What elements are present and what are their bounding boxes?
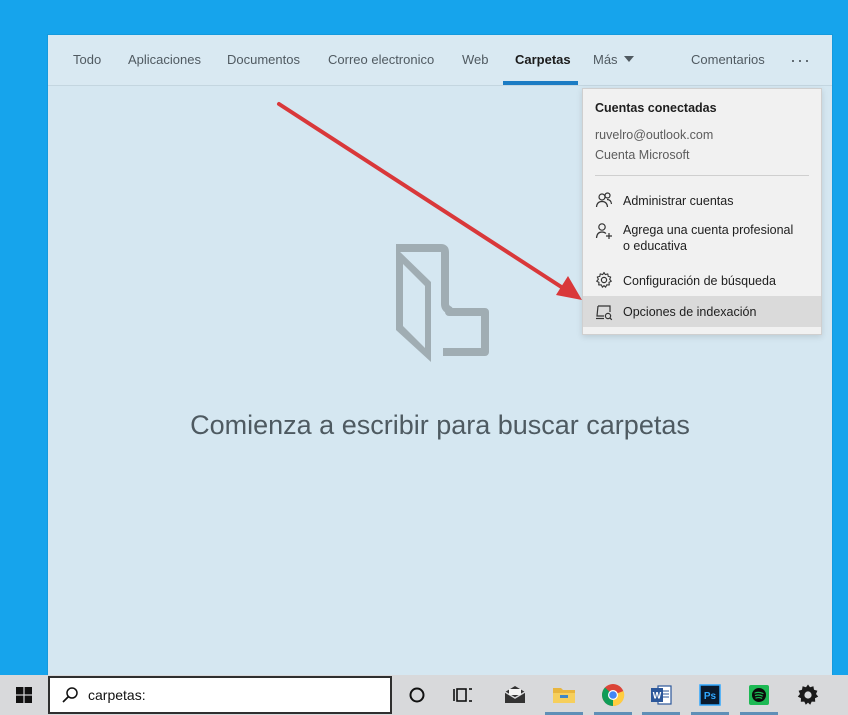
gear-icon [596, 271, 612, 288]
menu-item-label-line2: o educativa [623, 239, 687, 253]
menu-item-label: Opciones de indexación [623, 305, 757, 319]
chrome-button[interactable] [590, 675, 636, 715]
menu-title: Cuentas conectadas [595, 101, 717, 115]
folder-icon [396, 244, 489, 362]
menu-item-search-settings[interactable]: Configuración de búsqueda [583, 269, 821, 293]
taskbar-search-input[interactable]: carpetas: [88, 687, 146, 703]
tab-todo[interactable]: Todo [73, 35, 101, 86]
windows-logo-icon [16, 687, 32, 703]
svg-text:Ps: Ps [704, 691, 717, 702]
tab-carpetas[interactable]: Carpetas [515, 35, 571, 86]
tab-mas-label: Más [593, 52, 618, 67]
spotify-button[interactable] [736, 675, 782, 715]
more-options-button[interactable]: ··· [790, 35, 811, 86]
search-tabbar: Todo Aplicaciones Documentos Correo elec… [48, 35, 832, 86]
account-email: ruvelro@outlook.com [595, 128, 714, 142]
file-explorer-icon [553, 688, 575, 703]
mail-app-button[interactable] [492, 675, 538, 715]
file-explorer-button[interactable] [541, 675, 587, 715]
cortana-icon [409, 687, 425, 703]
active-tab-indicator [503, 81, 578, 85]
chrome-icon [602, 684, 625, 707]
menu-item-label: Administrar cuentas [623, 194, 734, 208]
tab-documentos[interactable]: Documentos [227, 35, 300, 86]
photoshop-button[interactable]: Ps [687, 675, 733, 715]
mail-icon [504, 686, 526, 703]
empty-state-message: Comienza a escribir para buscar carpetas [190, 410, 690, 440]
chevron-down-icon [623, 56, 634, 62]
menu-item-indexing-options[interactable]: Opciones de indexación [583, 296, 821, 327]
start-button[interactable] [0, 675, 48, 715]
menu-item-manage-accounts[interactable]: Administrar cuentas [583, 189, 821, 213]
cortana-button[interactable] [394, 675, 440, 715]
menu-item-label-line1: Agrega una cuenta profesional [623, 223, 794, 237]
add-person-icon [595, 223, 612, 239]
tab-correo[interactable]: Correo electronico [328, 35, 434, 86]
menu-item-label: Configuración de búsqueda [623, 274, 776, 288]
taskbar-search-box[interactable]: carpetas: [48, 676, 392, 714]
spotify-icon [749, 685, 769, 705]
tab-web[interactable]: Web [462, 35, 489, 86]
tab-mas[interactable]: Más [593, 35, 634, 86]
settings-button[interactable] [785, 675, 831, 715]
taskbar: carpetas: W Ps [0, 675, 848, 715]
settings-icon [797, 684, 819, 705]
task-view-button[interactable] [440, 675, 486, 715]
word-button[interactable]: W [638, 675, 684, 715]
accounts-dropdown-menu: Cuentas conectadas ruvelro@outlook.com C… [582, 88, 822, 335]
search-icon [62, 687, 78, 703]
svg-text:W: W [653, 691, 662, 701]
task-view-icon [453, 688, 472, 702]
feedback-link[interactable]: Comentarios [691, 35, 765, 86]
word-icon: W [651, 685, 672, 705]
tab-aplicaciones[interactable]: Aplicaciones [128, 35, 201, 86]
indexing-icon [596, 305, 613, 321]
photoshop-icon: Ps [699, 684, 721, 706]
menu-divider [595, 175, 809, 176]
people-icon [595, 192, 613, 208]
account-type: Cuenta Microsoft [595, 148, 690, 162]
menu-item-add-work-account[interactable]: Agrega una cuenta profesional o educativ… [583, 219, 821, 259]
